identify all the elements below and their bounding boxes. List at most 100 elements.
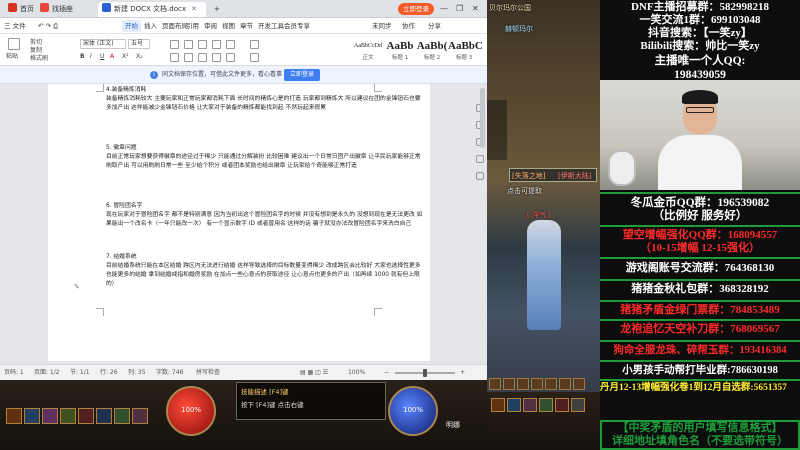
font-name-select[interactable]: 宋体 (正文) — [80, 39, 126, 49]
format-painter-button[interactable]: 格式刷 — [30, 55, 48, 63]
status-zoom[interactable]: 100% — [348, 367, 365, 379]
tab-document[interactable]: 新建 DOCX 文档.docx ✕ — [98, 2, 206, 17]
status-words[interactable]: 字数: 746 — [156, 367, 183, 379]
align-right-icon[interactable] — [198, 53, 207, 62]
skill-slot[interactable] — [545, 378, 557, 390]
login-button[interactable]: 立即登录 — [398, 3, 434, 15]
number-list-icon[interactable] — [184, 40, 193, 49]
skill-slot[interactable] — [489, 378, 501, 390]
paste-icon[interactable] — [8, 38, 20, 50]
menu-chapter[interactable]: 章节 — [240, 20, 253, 32]
skill-slot[interactable] — [517, 378, 529, 390]
minimap[interactable] — [487, 100, 507, 160]
menu-review[interactable]: 审阅 — [204, 20, 217, 32]
menu-file[interactable]: 三 文件 — [4, 20, 26, 32]
font-color-icon[interactable]: A — [110, 53, 114, 61]
maximize-icon[interactable]: ❐ — [456, 3, 463, 15]
menu-insert[interactable]: 插入 — [144, 20, 157, 32]
view-mode-icon[interactable]: ▤ ▦ ◫ ☰ — [300, 367, 328, 379]
status-spell[interactable]: 拼写检查 — [196, 367, 220, 379]
line-spacing-icon[interactable] — [226, 53, 235, 62]
menu-developer[interactable]: 开发工具 — [258, 20, 284, 32]
overlay-line-3: 抖音搜索：【一笑zy】 — [648, 27, 752, 39]
paragraph-7: 7. 结婚系统 目前结婚系统只能在本区结婚 跨区内无法进行结婚 这样导致选择的目… — [106, 254, 421, 287]
style-heading-2[interactable]: AaBb( 标题 2 — [416, 37, 448, 63]
zoom-out-icon[interactable]: − — [384, 367, 389, 379]
indent-icon[interactable] — [198, 40, 207, 49]
promo-line-10: 小男孩手动帮打毕业群:786630198 — [622, 365, 778, 376]
align-left-icon[interactable] — [170, 53, 179, 62]
document-area: 4.装备精炼消耗 装备精炼消耗较大 主要玩家和正常玩家都消耗下面 长时间的精炼心… — [0, 84, 487, 364]
divider — [600, 360, 800, 362]
sync-status[interactable]: 未同步 — [372, 20, 392, 32]
notice-login-button[interactable]: 立即登录 — [284, 69, 321, 81]
superscript-icon[interactable]: X² — [122, 53, 129, 61]
zoom-in-icon[interactable]: + — [460, 367, 465, 379]
hud-skill-slot[interactable] — [24, 408, 40, 424]
align-center-icon[interactable] — [184, 53, 193, 62]
menu-view[interactable]: 视图 — [222, 20, 235, 32]
bullet-list-icon[interactable] — [170, 40, 179, 49]
tab-home[interactable]: 首页 — [4, 2, 38, 17]
hud-skill-slot[interactable] — [96, 408, 112, 424]
close-tab-icon[interactable]: ✕ — [191, 5, 197, 13]
cut-button[interactable]: 剪切 — [30, 39, 42, 47]
minimize-icon[interactable]: — — [440, 3, 448, 15]
paragraph-6: 6. 冒险团名字 现在玩家对于冒险团名字 都不是特别满意 因为当初出这个冒险团名… — [106, 203, 423, 227]
quick-item-slot[interactable] — [539, 398, 553, 412]
skill-slot[interactable] — [503, 378, 515, 390]
sort-icon[interactable] — [226, 40, 235, 49]
copy-button[interactable]: 复制 — [30, 47, 42, 55]
style-heading-1[interactable]: AaBb 标题 1 — [384, 37, 416, 63]
italic-icon[interactable]: I — [90, 53, 92, 61]
hud-skill-slot[interactable] — [6, 408, 22, 424]
style-gallery: AaBbCcDd 正文 AaBb 标题 1 AaBb( 标题 2 AaBbC 标… — [352, 37, 483, 63]
skill-slot[interactable] — [531, 378, 543, 390]
zoom-slider-knob[interactable] — [423, 369, 427, 377]
vertical-scrollbar[interactable] — [480, 88, 485, 148]
hud-skill-slot[interactable] — [114, 408, 130, 424]
menu-layout[interactable]: 页面布局 — [162, 20, 188, 32]
justify-icon[interactable] — [212, 53, 221, 62]
hud-skill-slot[interactable] — [42, 408, 58, 424]
style-heading-3[interactable]: AaBbC 标题 3 — [448, 37, 483, 63]
border-icon[interactable] — [250, 53, 259, 62]
menu-vip[interactable]: 会员专享 — [284, 20, 310, 32]
side-tool-icon[interactable] — [476, 155, 484, 163]
skill-slot[interactable] — [559, 378, 571, 390]
style-normal[interactable]: AaBbCcDd 正文 — [352, 37, 384, 63]
new-tab-button[interactable]: + — [210, 2, 224, 17]
dungeon-tags[interactable]: [失落之地] [伊斯大陆] — [509, 168, 597, 182]
outdent-icon[interactable] — [212, 40, 221, 49]
comment-icon[interactable]: ✎ — [74, 283, 80, 291]
zoom-slider[interactable] — [395, 369, 455, 377]
shading-icon[interactable] — [250, 40, 259, 49]
crop-mark — [96, 308, 104, 316]
hud-skill-slot[interactable] — [132, 408, 148, 424]
menu-undo-icon[interactable]: ↶ ↷ ⎙ — [38, 20, 58, 32]
hud-skill-slot[interactable] — [60, 408, 76, 424]
font-size-select[interactable]: 五号 — [128, 39, 150, 49]
mp-orb: 100% — [388, 386, 438, 436]
menu-references[interactable]: 引用 — [186, 20, 199, 32]
quick-item-slot[interactable] — [491, 398, 505, 412]
close-window-icon[interactable]: ✕ — [472, 3, 479, 15]
hud-skill-slot[interactable] — [78, 408, 94, 424]
status-pages[interactable]: 页面: 1/2 — [34, 367, 60, 379]
bold-icon[interactable]: B — [80, 53, 85, 61]
underline-icon[interactable]: U — [100, 53, 104, 61]
tab-search[interactable]: 找插座 — [36, 2, 77, 17]
collaborate-button[interactable]: 协作 — [402, 20, 415, 32]
region-label[interactable]: 明娜 — [446, 420, 460, 430]
skill-slot[interactable] — [573, 378, 585, 390]
quick-item-slot[interactable] — [555, 398, 569, 412]
quick-item-slot[interactable] — [571, 398, 585, 412]
quick-item-slot[interactable] — [507, 398, 521, 412]
side-tool-icon[interactable] — [476, 172, 484, 180]
share-button[interactable]: 分享 — [428, 20, 441, 32]
document-page[interactable]: 4.装备精炼消耗 装备精炼消耗较大 主要玩家和正常玩家都消耗下面 长时间的精炼心… — [48, 84, 430, 361]
menu-home[interactable]: 开始 — [122, 20, 141, 32]
quick-item-slot[interactable] — [523, 398, 537, 412]
crop-mark — [96, 84, 104, 92]
subscript-icon[interactable]: X₂ — [136, 53, 143, 61]
